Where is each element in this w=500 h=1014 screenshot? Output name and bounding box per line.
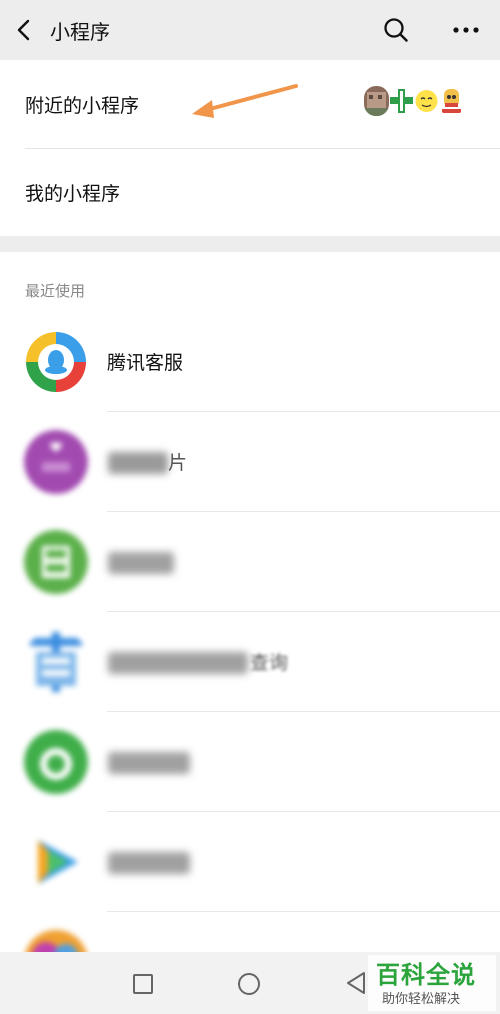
blurred-name [108,752,190,774]
page-title: 小程序 [50,19,110,44]
item-name-suffix: 片 [168,452,188,474]
pharmacy-cross-icon [389,86,414,116]
recent-section: 最近使用 腾讯客服 片 查询 [0,252,500,952]
home-button[interactable] [238,973,260,995]
my-mini-programs-row[interactable]: 我的小程序 [0,148,500,236]
main-entries: 附近的小程序 我的小程序 [0,60,500,236]
cartoon-mascot-icon [439,86,464,116]
back-triangle-icon[interactable] [345,971,367,995]
blurred-name [108,452,168,474]
my-mini-programs-label: 我的小程序 [25,182,121,205]
list-item[interactable] [0,512,500,612]
list-item[interactable] [0,912,500,952]
video-play-icon [24,830,88,894]
watermark-title: 百科全说 [376,961,476,989]
purple-heart-icon [24,430,88,494]
blurred-name [108,652,248,674]
search-button[interactable] [378,12,414,48]
watermark-subtitle: 助你轻松解决 [382,992,461,1007]
top-bar: 小程序 [0,0,500,60]
search-icon [384,18,408,42]
list-item[interactable] [0,712,500,812]
blurred-name [108,552,174,574]
blurred-name [108,852,190,874]
blue-query-icon [24,630,88,694]
nearby-label: 附近的小程序 [25,94,140,117]
chevron-left-icon [17,19,30,41]
smiley-face-icon [414,86,439,116]
list-item[interactable]: 查询 [0,612,500,712]
annotation-arrow-icon [192,84,298,118]
item-name: 腾讯客服 [107,352,184,374]
list-item[interactable] [0,812,500,912]
nearby-thumbnails [364,86,464,116]
back-button[interactable] [0,0,48,60]
watermark: 百科全说 助你轻松解决 [368,955,496,1011]
colorful-icon [24,930,88,952]
more-dots-icon [453,27,479,33]
building-thumb-icon [364,86,389,116]
list-item[interactable]: 片 [0,412,500,512]
item-name-suffix: 查询 [250,652,289,674]
list-item[interactable]: 腾讯客服 [0,312,500,412]
tencent-support-icon [24,330,88,394]
more-button[interactable] [446,12,486,48]
green-wechat-icon [24,730,88,794]
green-grid-icon [24,530,88,594]
recent-section-label: 最近使用 [25,282,86,300]
recent-apps-button[interactable] [133,974,153,994]
